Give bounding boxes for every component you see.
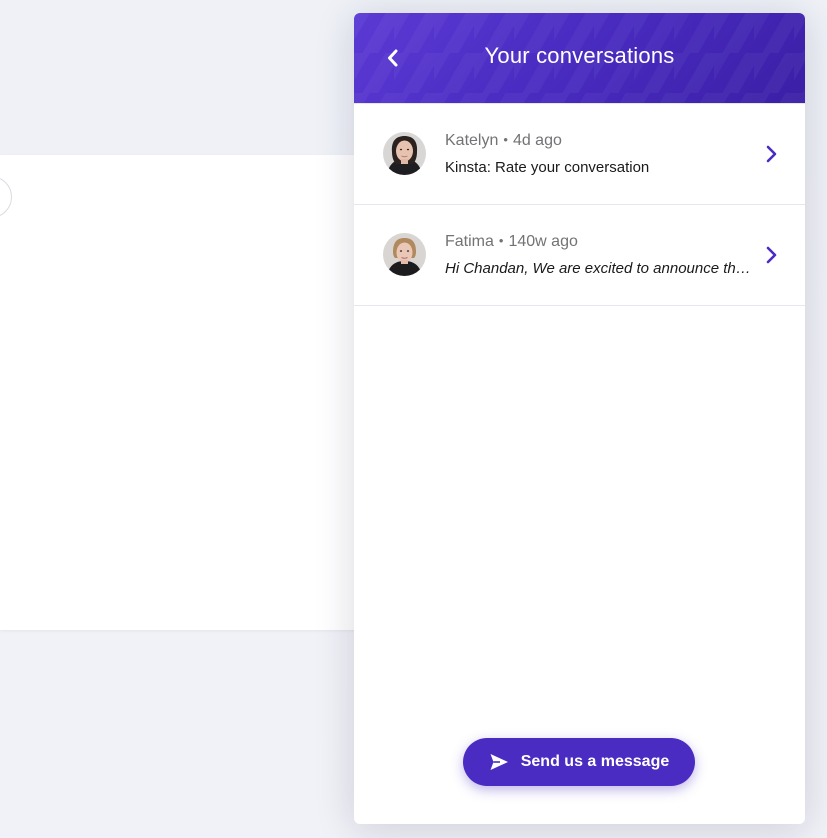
send-icon: [489, 752, 509, 772]
chevron-right-icon: [763, 144, 779, 164]
messenger-panel: Your conversations Katelyn • 4d ago Kins…: [354, 13, 805, 824]
conversation-preview: Hi Chandan, We are excited to announce t…: [445, 260, 757, 277]
conversation-meta: Fatima • 140w ago: [445, 233, 578, 251]
send-message-button[interactable]: Send us a message: [463, 738, 695, 786]
conversation-preview: Kinsta: Rate your conversation: [445, 159, 650, 176]
avatar: [383, 233, 426, 276]
conversation-row-katelyn[interactable]: Katelyn • 4d ago Kinsta: Rate your convers…: [354, 104, 805, 205]
sender-name: Fatima: [445, 233, 494, 250]
conversation-row-fatima[interactable]: Fatima • 140w ago Hi Chandan, We are excit…: [354, 205, 805, 306]
meta-separator: •: [498, 233, 504, 248]
chevron-right-icon: [763, 245, 779, 265]
meta-separator: •: [503, 132, 508, 147]
page: Your conversations Katelyn • 4d ago Kins…: [0, 0, 827, 838]
header-title: Your conversations: [484, 43, 675, 68]
timestamp: 4d ago: [512, 132, 562, 149]
messenger-header: Your conversations: [354, 13, 805, 103]
background-card: [0, 155, 380, 630]
sender-name: Katelyn: [445, 132, 499, 149]
send-message-label: Send us a message: [520, 753, 670, 770]
avatar: [383, 132, 426, 175]
conversation-meta: Katelyn • 4d ago: [445, 132, 562, 150]
conversation-list: Katelyn • 4d ago Kinsta: Rate your convers…: [354, 103, 805, 306]
timestamp: 140w ago: [508, 233, 578, 250]
